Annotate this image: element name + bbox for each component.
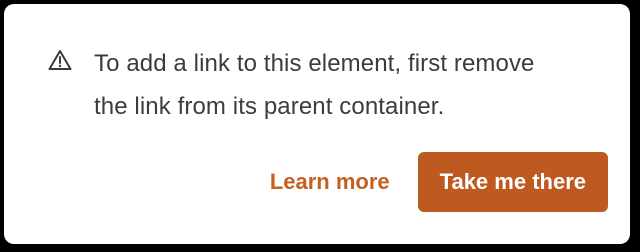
warning-message-text: To add a link to this element, first rem… bbox=[94, 42, 634, 128]
screenshot-frame: To add a link to this element, first rem… bbox=[0, 0, 640, 252]
popover-actions: Learn more Take me there bbox=[270, 152, 608, 212]
take-me-there-button[interactable]: Take me there bbox=[417, 152, 608, 212]
learn-more-link[interactable]: Learn more bbox=[270, 169, 390, 195]
warning-message-line-2: the link from its parent container. bbox=[94, 93, 445, 120]
warning-message-line-1: To add a link to this element, first rem… bbox=[94, 50, 535, 77]
link-warning-popover: To add a link to this element, first rem… bbox=[4, 4, 630, 244]
warning-triangle-icon bbox=[48, 49, 72, 71]
